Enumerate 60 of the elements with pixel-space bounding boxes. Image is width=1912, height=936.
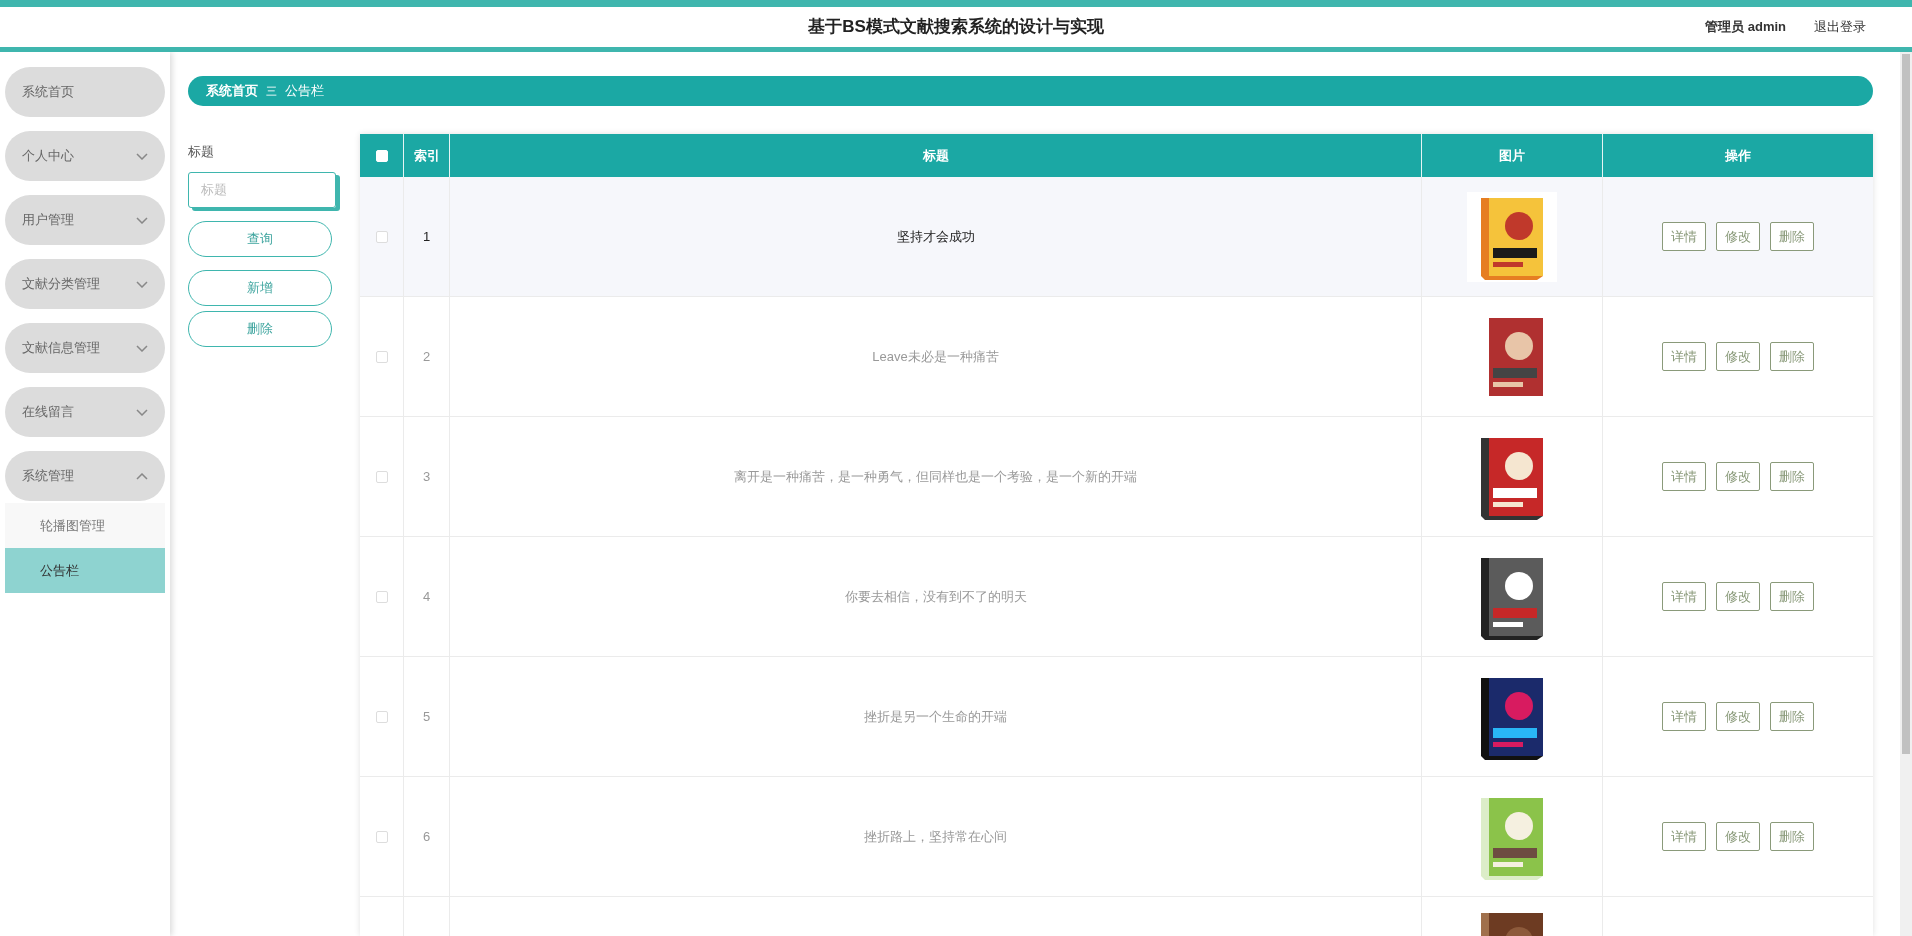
index-cell-text: 5 [422,707,431,726]
logout-link[interactable]: 退出登录 [1814,17,1866,37]
row-action-button[interactable]: 删除 [1770,222,1814,251]
row-action-button[interactable]: 详情 [1662,462,1706,491]
sidebar-item[interactable]: 个人中心 [5,131,165,181]
index-cell-text: 2 [422,347,431,366]
search-label: 标题 [188,143,215,161]
row-action-button[interactable]: 删除 [1770,462,1814,491]
submenu-item[interactable]: 轮播图管理 [5,503,165,548]
row-action-button[interactable]: 详情 [1662,342,1706,371]
breadcrumb-current: 公告栏 [285,82,324,101]
action-button[interactable]: 删除 [188,310,332,347]
chevron-down-icon [136,344,148,352]
submenu-item[interactable]: 公告栏 [5,548,165,593]
sidebar-item[interactable]: 文献信息管理 [5,323,165,373]
row-checkbox[interactable] [375,470,388,483]
title-cell-text: 坚持才会成功 [896,227,975,246]
sidebar-item[interactable]: 在线留言 [5,387,165,437]
row-action-button[interactable]: 删除 [1770,342,1814,371]
column-header: 操作 [1724,146,1752,165]
row-action-button[interactable]: 修改 [1716,822,1760,851]
row-action-button[interactable]: 详情 [1662,582,1706,611]
row-checkbox[interactable] [375,710,388,723]
action-button[interactable]: 查询 [188,220,332,257]
row-action-button[interactable]: 修改 [1716,462,1760,491]
row-checkbox[interactable] [375,230,388,243]
index-cell-text: 4 [422,587,431,606]
row-action-button[interactable]: 删除 [1770,822,1814,851]
action-button[interactable]: 新增 [188,269,332,306]
row-action-button[interactable]: 详情 [1662,702,1706,731]
row-action-button[interactable]: 详情 [1662,222,1706,251]
chevron-up-icon [136,472,148,480]
row-action-button[interactable]: 删除 [1770,582,1814,611]
row-checkbox[interactable] [375,590,388,603]
app-title: 基于BS模式文献搜索系统的设计与实现 [808,16,1104,39]
row-checkbox[interactable] [375,350,388,363]
index-cell-text: 3 [422,467,431,486]
chevron-down-icon [136,280,148,288]
title-cell-text: 挫折路上，坚持常在心间 [864,827,1007,846]
sidebar-item[interactable]: 用户管理 [5,195,165,245]
row-action-button[interactable]: 修改 [1716,582,1760,611]
row-action-button[interactable]: 修改 [1716,342,1760,371]
index-cell-text: 1 [422,227,431,246]
sidebar-item[interactable]: 系统首页 [5,67,165,117]
user-name: 管理员 admin [1705,18,1786,37]
chevron-down-icon [136,216,148,224]
row-action-button[interactable]: 修改 [1716,702,1760,731]
chevron-down-icon [136,152,148,160]
sidebar-item[interactable]: 文献分类管理 [5,259,165,309]
row-action-button[interactable]: 修改 [1716,222,1760,251]
chevron-down-icon [136,408,148,416]
select-all-checkbox[interactable] [375,149,388,162]
sidebar-item[interactable]: 系统管理 [5,451,165,501]
title-cell-text: 你要去相信，没有到不了的明天 [844,587,1027,606]
row-action-button[interactable]: 详情 [1662,822,1706,851]
row-checkbox[interactable] [375,830,388,843]
breadcrumb-home-link[interactable]: 系统首页 [206,81,258,101]
breadcrumb-separator: 三 [266,83,277,99]
index-cell-text: 6 [422,827,431,846]
row-action-button[interactable]: 删除 [1770,702,1814,731]
